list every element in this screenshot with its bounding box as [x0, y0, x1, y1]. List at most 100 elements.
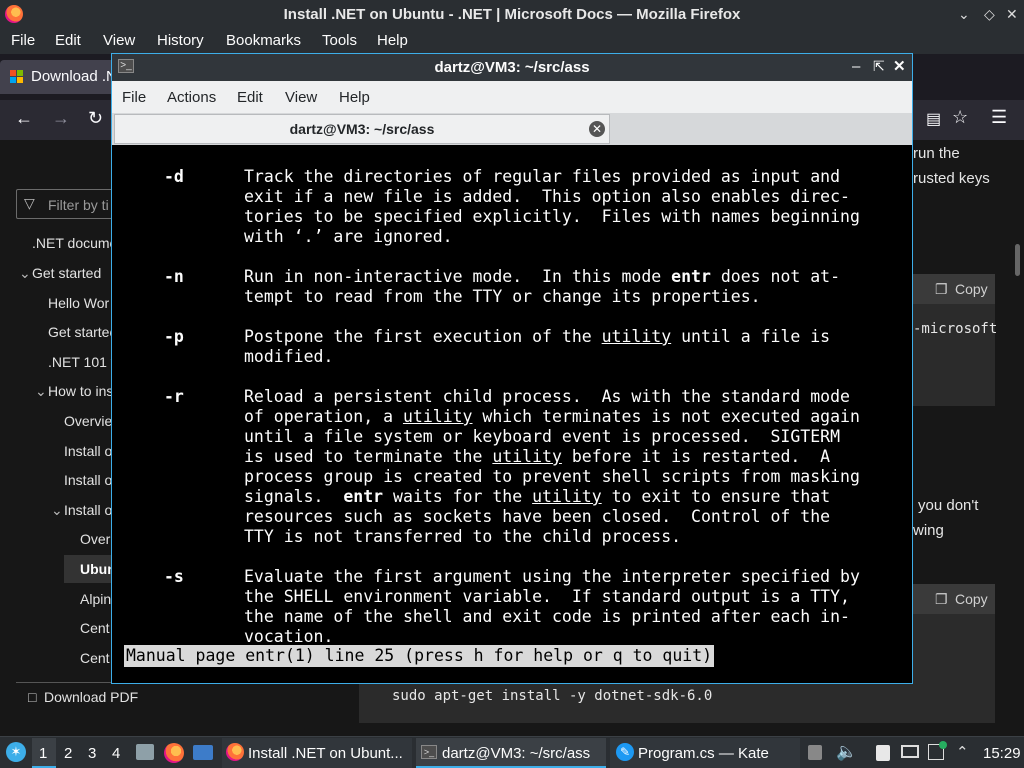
back-icon[interactable]: ←	[15, 108, 33, 129]
toc-item[interactable]: .NET 101 v	[48, 354, 118, 370]
chevron-down-icon[interactable]: ⌄	[35, 383, 47, 400]
menu-view[interactable]: View	[285, 89, 317, 106]
file-manager-icon[interactable]	[136, 744, 154, 760]
tray-expand-icon[interactable]: ⌃	[956, 743, 969, 761]
menu-edit[interactable]: Edit	[237, 89, 263, 106]
chevron-down-icon[interactable]: ⌄	[19, 265, 31, 282]
man-text: Reload a persistent child process. As wi…	[244, 387, 860, 546]
app-menu-icon[interactable]: ☰	[991, 107, 1007, 128]
firefox-window-title: Install .NET on Ubuntu - .NET | Microsof…	[283, 6, 741, 23]
toc-item[interactable]: Install o	[64, 502, 112, 518]
download-pdf-link[interactable]: Download PDF	[44, 689, 138, 705]
filter-icon: ▽	[24, 195, 35, 211]
konsole-menubar: File Actions Edit View Help	[112, 81, 912, 113]
man-text: Track the directories of regular files p…	[244, 167, 860, 246]
toc-filter-placeholder: Filter by ti	[48, 197, 109, 213]
menu-bookmarks[interactable]: Bookmarks	[226, 32, 301, 49]
display-icon[interactable]	[901, 745, 919, 758]
toc-item[interactable]: Install o	[64, 443, 112, 459]
app-launcher-icon[interactable]: ✶	[6, 742, 26, 762]
copy-button[interactable]: Copy	[955, 281, 988, 297]
desktop-3-button[interactable]: 3	[88, 745, 96, 762]
copy-button[interactable]: Copy	[955, 591, 988, 607]
man-option-flag: -d	[164, 167, 184, 186]
desktop-1-label: 1	[39, 745, 48, 762]
forward-icon[interactable]: →	[52, 108, 70, 129]
maximize-icon[interactable]: ⇱	[873, 58, 885, 75]
task-konsole-label: dartz@VM3: ~/src/ass	[442, 745, 591, 762]
toc-item[interactable]: Get started	[32, 265, 101, 281]
toc-item[interactable]: How to ins	[48, 383, 113, 399]
copy-icon[interactable]: ❐	[935, 591, 948, 608]
clock[interactable]: 15:29	[983, 745, 1021, 762]
firefox-titlebar: Install .NET on Ubuntu - .NET | Microsof…	[0, 0, 1024, 30]
minimize-icon[interactable]: –	[852, 58, 860, 75]
toc-item[interactable]: .NET docume	[32, 235, 117, 251]
desktop-4-button[interactable]: 4	[112, 745, 120, 762]
menu-edit[interactable]: Edit	[55, 32, 81, 49]
toc-item[interactable]: Install o	[64, 472, 112, 488]
doc-text: you don't	[918, 497, 979, 514]
terminal-view[interactable]: -d Track the directories of regular file…	[112, 145, 912, 683]
reader-view-icon[interactable]: ▤	[926, 109, 941, 129]
close-icon[interactable]: ✕	[893, 57, 906, 75]
firefox-menubar: File Edit View History Bookmarks Tools H…	[0, 30, 1024, 54]
man-option-flag: -r	[164, 387, 184, 406]
firefox-launcher-icon[interactable]	[164, 743, 184, 763]
menu-help[interactable]: Help	[339, 89, 370, 106]
pager-status-line: Manual page entr(1) line 25 (press h for…	[124, 645, 715, 667]
menu-help[interactable]: Help	[377, 32, 408, 49]
toc-item[interactable]: Cent	[80, 650, 110, 666]
terminal-icon: >_	[421, 745, 437, 759]
konsole-titlebar: >_ dartz@VM3: ~/src/ass – ⇱ ✕	[112, 54, 912, 81]
toc-item[interactable]: Get startec	[48, 324, 116, 340]
man-option-flag: -n	[164, 267, 184, 286]
doc-text: run the	[913, 145, 960, 162]
menu-file[interactable]: File	[11, 32, 35, 49]
clipboard-icon[interactable]	[808, 745, 822, 760]
man-text: Postpone the first execution of the util…	[244, 327, 831, 366]
toc-filter-input[interactable]: ▽ Filter by ti	[16, 189, 126, 219]
status-dot-icon	[939, 741, 947, 749]
toc-item[interactable]: Over	[80, 531, 110, 547]
menu-view[interactable]: View	[103, 32, 135, 49]
toc-item[interactable]: Overvie	[64, 413, 112, 429]
code-text: sudo apt-get install -y dotnet-sdk-6.0	[392, 688, 713, 704]
konsole-tab[interactable]: dartz@VM3: ~/src/ass ✕	[114, 114, 610, 144]
firefox-icon	[226, 743, 244, 761]
copy-icon[interactable]: ❐	[935, 281, 948, 298]
minimize-icon[interactable]: ⌄	[958, 6, 970, 23]
toc-item[interactable]: Cent	[80, 620, 110, 636]
man-option-flag: -p	[164, 327, 184, 346]
toc-item[interactable]: Hello Wor	[48, 295, 109, 311]
task-firefox-label: Install .NET on Ubunt...	[248, 745, 403, 762]
konsole-window: >_ dartz@VM3: ~/src/ass – ⇱ ✕ File Actio…	[111, 53, 913, 684]
konsole-tab-title: dartz@VM3: ~/src/ass	[289, 121, 435, 137]
reload-icon[interactable]: ↻	[88, 108, 103, 129]
menu-tools[interactable]: Tools	[322, 32, 357, 49]
menu-actions[interactable]: Actions	[167, 89, 216, 106]
konsole-tabbar: dartz@VM3: ~/src/ass ✕	[112, 113, 912, 145]
bookmark-star-icon[interactable]: ☆	[952, 107, 968, 128]
page-scrollbar[interactable]	[1015, 244, 1020, 276]
doc-text: rusted keys	[913, 170, 990, 187]
volume-icon[interactable]: 🔈	[836, 742, 857, 762]
desktop-2-button[interactable]: 2	[64, 745, 72, 762]
restore-icon[interactable]: ◇	[984, 6, 995, 23]
konsole-window-title: dartz@VM3: ~/src/ass	[434, 59, 590, 76]
doc-text: wing	[913, 522, 944, 539]
show-desktop-icon[interactable]	[193, 745, 213, 760]
task-kate-label: Program.cs — Kate	[638, 745, 769, 762]
man-text: Run in non-interactive mode. In this mod…	[244, 267, 841, 306]
toc-item[interactable]: Alpin	[80, 591, 111, 607]
tab-close-icon[interactable]: ✕	[589, 121, 605, 137]
chevron-down-icon[interactable]: ⌄	[51, 502, 63, 519]
browser-tab[interactable]: Download .N	[0, 60, 120, 94]
menu-history[interactable]: History	[157, 32, 204, 49]
notes-icon[interactable]	[876, 745, 890, 761]
menu-file[interactable]: File	[122, 89, 146, 106]
kate-icon: ✎	[616, 743, 634, 761]
taskbar: ✶ 1 2 3 4 Install .NET on Ubunt... >_ da…	[0, 736, 1024, 768]
code-text: -microsoft	[913, 321, 998, 337]
close-icon[interactable]: ✕	[1006, 6, 1018, 23]
